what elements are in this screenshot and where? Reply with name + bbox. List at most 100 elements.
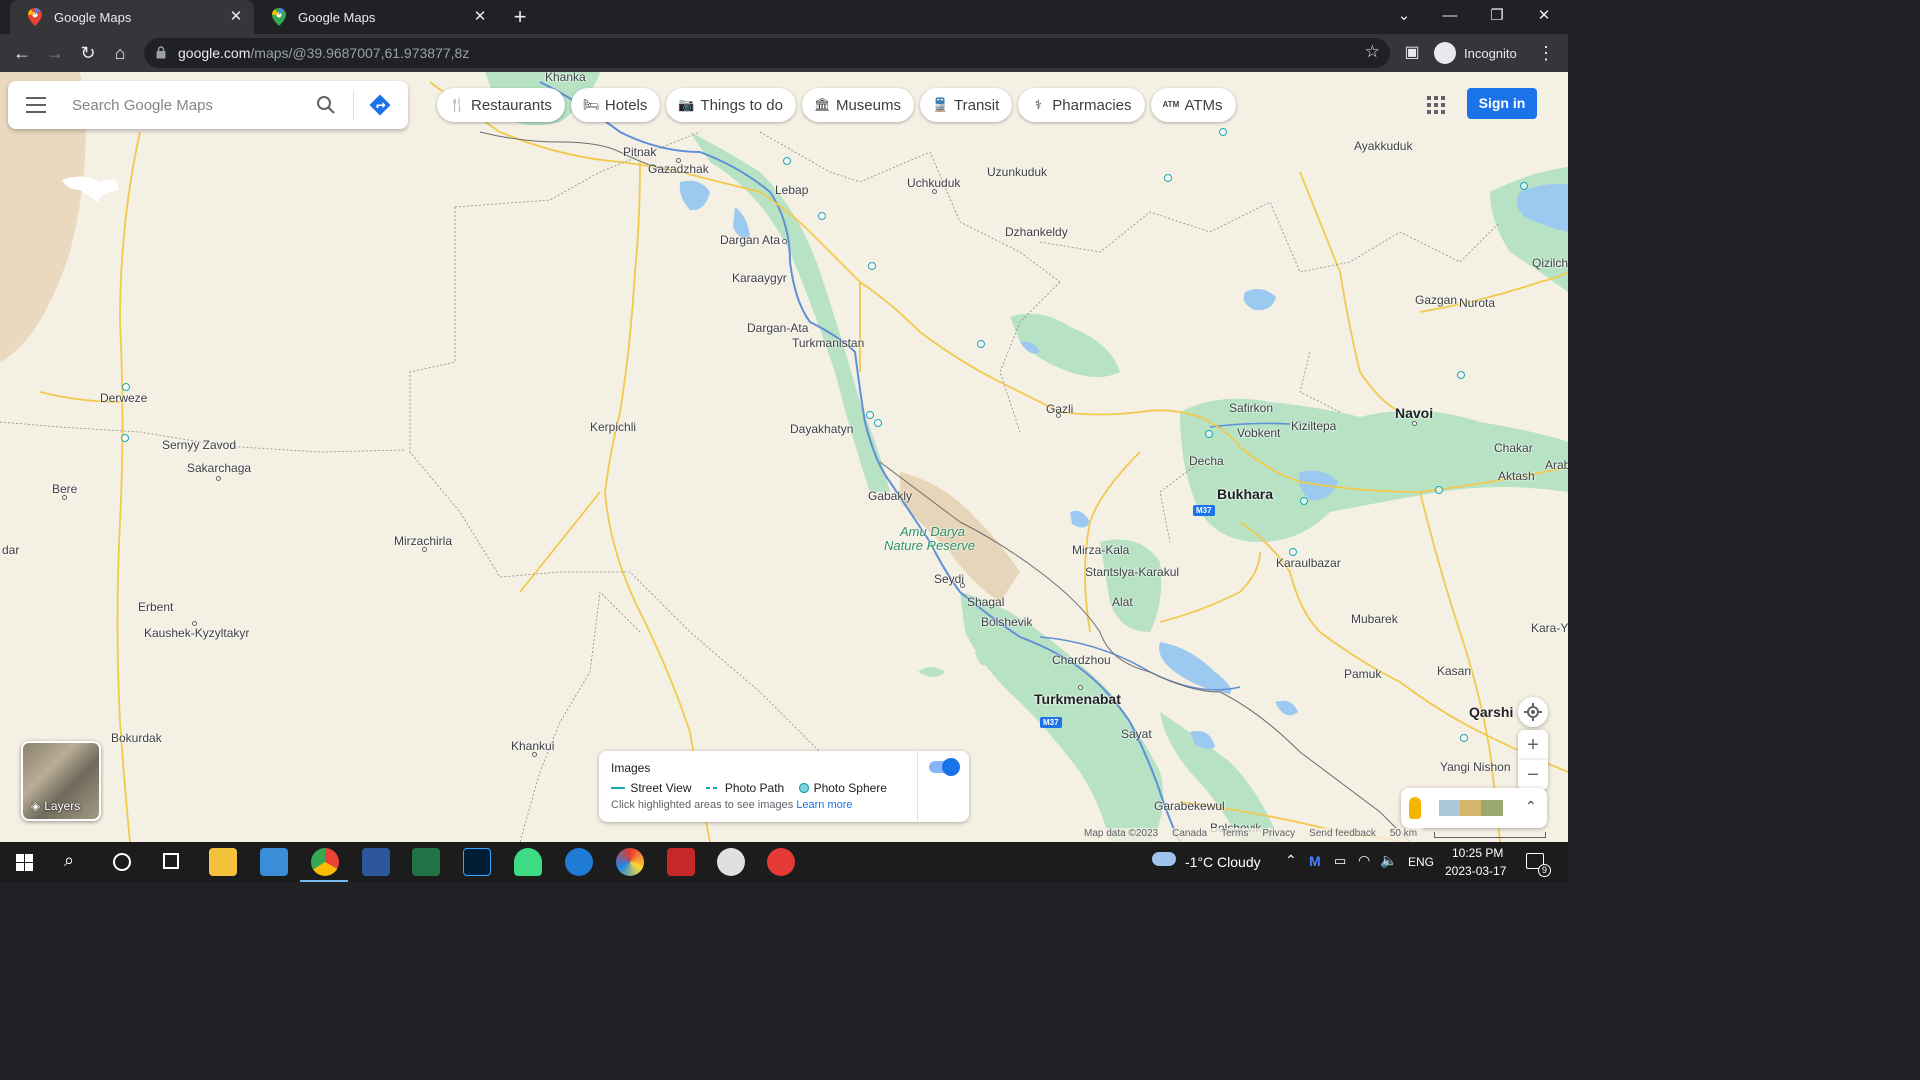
photo-sphere-marker[interactable] [783, 157, 791, 165]
place-label[interactable]: Mirza-Kala [1072, 543, 1129, 557]
reload-icon[interactable]: ↻ [74, 39, 102, 67]
place-label[interactable]: Aktash [1498, 469, 1535, 483]
disc-app-icon[interactable] [717, 848, 745, 876]
search-icon[interactable] [314, 93, 338, 117]
photo-sphere-marker[interactable] [1460, 734, 1468, 742]
cortana-icon[interactable] [113, 853, 131, 871]
place-label[interactable]: Dargan Ata [720, 233, 780, 247]
place-label[interactable]: Shagal [967, 595, 1004, 609]
tab-search-chevron-icon[interactable]: ⌄ [1381, 0, 1427, 34]
menu-hamburger-icon[interactable] [26, 97, 46, 113]
photo-sphere-marker[interactable] [1457, 371, 1465, 379]
place-label[interactable]: Gazgan [1415, 293, 1457, 307]
place-label[interactable]: Arab [1545, 458, 1568, 472]
chip-hotels[interactable]: 🛏 Hotels [570, 88, 661, 122]
town-marker[interactable] [1056, 413, 1061, 418]
privacy-link[interactable]: Privacy [1262, 828, 1295, 842]
place-label[interactable]: Uchkuduk [907, 176, 960, 190]
photo-sphere-marker[interactable] [1164, 174, 1172, 182]
place-label[interactable]: Sakarchaga [187, 461, 251, 475]
place-label[interactable]: Sernyy Zavod [162, 438, 236, 452]
chrome-icon[interactable] [311, 848, 339, 876]
expand-chevron-icon[interactable]: ⌃ [1525, 798, 1537, 815]
place-label[interactable]: Bolshevik [981, 615, 1032, 629]
zoom-out-button[interactable]: − [1518, 760, 1548, 790]
place-label[interactable]: Turkmanistan [792, 336, 864, 350]
place-label[interactable]: Pitnak [623, 145, 656, 159]
place-label[interactable]: Karaaygyr [732, 271, 787, 285]
photo-sphere-marker[interactable] [818, 212, 826, 220]
learn-more-link[interactable]: Learn more [796, 799, 852, 811]
minimize-button[interactable]: — [1427, 0, 1473, 34]
language-indicator[interactable]: ENG [1408, 855, 1434, 869]
place-label[interactable]: Kiziltepa [1291, 419, 1336, 433]
back-arrow-icon[interactable]: ← [8, 39, 36, 67]
place-label[interactable]: Uzunkuduk [987, 165, 1047, 179]
chip-museums[interactable]: 🏛 Museums [801, 88, 914, 122]
search-icon[interactable]: ⌕ [64, 850, 74, 871]
town-marker[interactable] [192, 621, 197, 626]
tab-google-maps-1[interactable]: Google Maps ✕ [10, 0, 254, 34]
excel-icon[interactable] [412, 848, 440, 876]
town-marker[interactable] [782, 239, 787, 244]
place-label[interactable]: Gazadzhak [648, 162, 709, 176]
android-app-icon[interactable] [514, 848, 542, 876]
place-label[interactable]: Bukhara [1217, 486, 1273, 502]
chip-pharmacies[interactable]: ⚕ Pharmacies [1018, 88, 1145, 122]
place-label[interactable]: Kara-Y [1531, 621, 1568, 635]
close-window-button[interactable]: ✕ [1521, 0, 1567, 34]
battery-icon[interactable]: ▭ [1334, 853, 1346, 869]
word-icon[interactable] [362, 848, 390, 876]
terms-link[interactable]: Terms [1221, 828, 1248, 842]
town-marker[interactable] [676, 158, 681, 163]
volume-icon[interactable]: 🔈 [1380, 852, 1397, 869]
file-explorer-icon[interactable] [209, 848, 237, 876]
place-label[interactable]: Dayakhatyn [790, 422, 853, 436]
scale-label[interactable]: 50 km [1390, 828, 1417, 842]
place-label[interactable]: Gabakly [868, 489, 912, 503]
place-label[interactable]: Garabekewul [1154, 799, 1225, 813]
place-label[interactable]: Nurota [1459, 296, 1495, 310]
photo-sphere-marker[interactable] [868, 262, 876, 270]
place-label[interactable]: Erbent [138, 600, 173, 614]
place-label[interactable]: Khankui [511, 739, 554, 753]
chip-transit[interactable]: 🚆 Transit [920, 88, 1013, 122]
close-tab-icon[interactable]: ✕ [228, 9, 244, 25]
town-marker[interactable] [216, 476, 221, 481]
place-label[interactable]: dar [2, 543, 19, 557]
place-label[interactable]: Yangi Nishon [1440, 760, 1511, 774]
photo-sphere-marker[interactable] [874, 419, 882, 427]
place-label[interactable]: Bere [52, 482, 77, 496]
color-app-icon[interactable] [616, 848, 644, 876]
show-hidden-icons-chevron[interactable]: ⌃ [1285, 852, 1297, 869]
photo-sphere-marker[interactable] [866, 411, 874, 419]
weather-text[interactable]: -1°C Cloudy [1185, 854, 1261, 870]
photoshop-icon[interactable] [463, 848, 491, 876]
sign-in-button[interactable]: Sign in [1467, 88, 1537, 119]
place-label[interactable]: Kerpichli [590, 420, 636, 434]
m-tray-icon[interactable]: M [1309, 853, 1321, 869]
town-marker[interactable] [62, 495, 67, 500]
new-tab-button[interactable]: + [508, 5, 532, 29]
google-apps-icon[interactable] [1427, 96, 1445, 114]
place-label[interactable]: Bokurdak [111, 731, 162, 745]
mu-app-icon[interactable] [565, 848, 593, 876]
place-label[interactable]: Karaulbazar [1276, 556, 1341, 570]
photo-sphere-marker[interactable] [122, 383, 130, 391]
place-label[interactable]: Qarshi [1469, 704, 1513, 720]
place-label[interactable]: Chardzhou [1052, 653, 1111, 667]
place-label[interactable]: Sayat [1121, 727, 1152, 741]
town-marker[interactable] [932, 189, 937, 194]
place-label[interactable]: Turkmenabat [1034, 691, 1121, 707]
photo-sphere-marker[interactable] [1435, 486, 1443, 494]
place-label[interactable]: Decha [1189, 454, 1224, 468]
clock-time[interactable]: 10:25 PM [1452, 846, 1503, 860]
directions-icon[interactable] [368, 93, 392, 117]
control-panel-icon[interactable] [260, 848, 288, 876]
images-toggle[interactable] [929, 758, 960, 776]
place-label[interactable]: Kasan [1437, 664, 1471, 678]
layers-button[interactable]: ◈ Layers [21, 741, 101, 821]
photo-sphere-marker[interactable] [1300, 497, 1308, 505]
bookmark-star-icon[interactable]: ☆ [1365, 42, 1380, 62]
forward-arrow-icon[interactable]: → [41, 39, 69, 67]
